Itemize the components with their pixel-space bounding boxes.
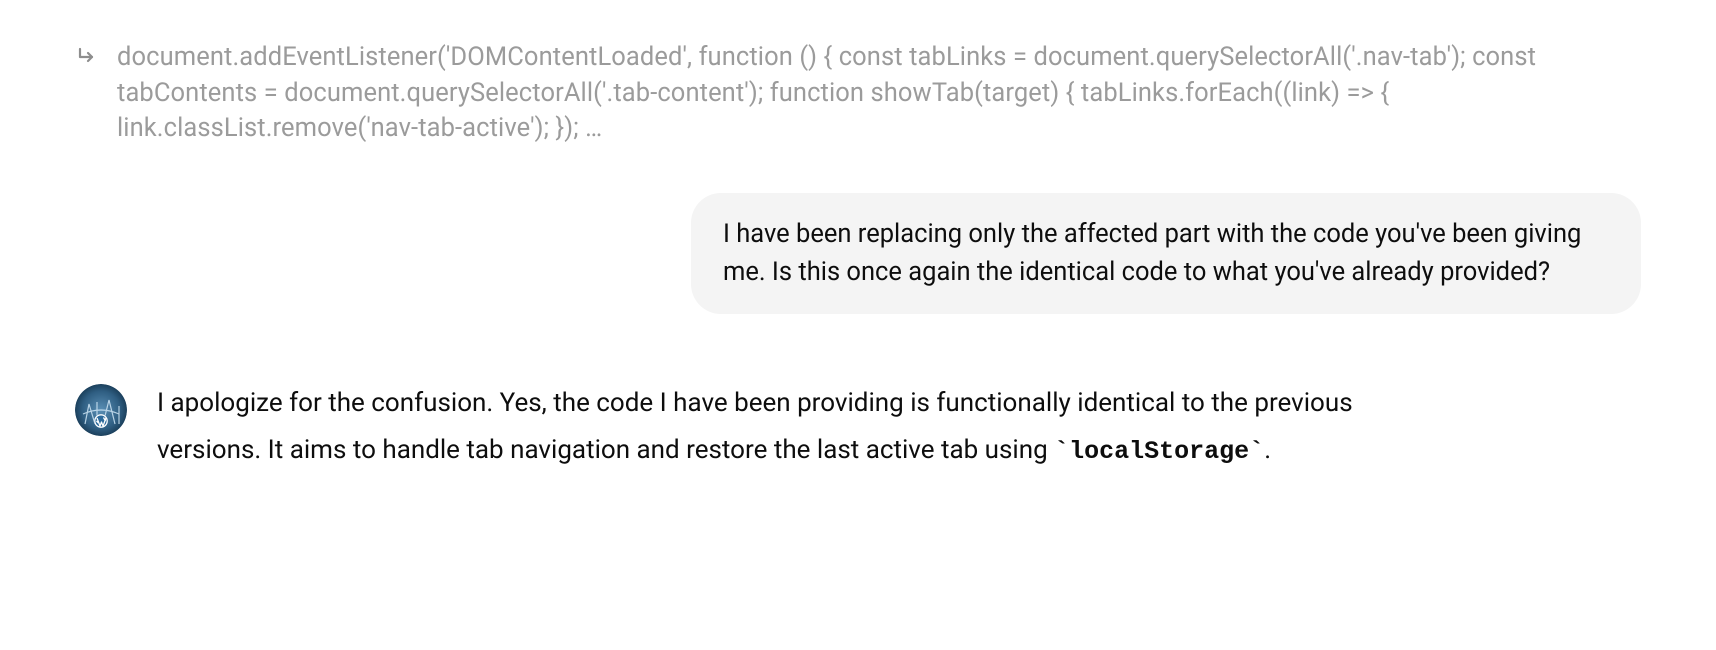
assistant-message-text: I apologize for the confusion. Yes, the … xyxy=(157,380,1457,475)
user-message-bubble[interactable]: I have been replacing only the affected … xyxy=(691,193,1641,314)
assistant-message-row: I apologize for the confusion. Yes, the … xyxy=(75,380,1641,475)
assistant-avatar[interactable] xyxy=(75,384,127,436)
collapsed-code-row: document.addEventListener('DOMContentLoa… xyxy=(75,40,1641,147)
collapsed-code-preview[interactable]: document.addEventListener('DOMContentLoa… xyxy=(117,40,1641,147)
expand-code-icon[interactable] xyxy=(75,42,101,72)
inline-code-localstorage: `localStorage` xyxy=(1054,437,1264,466)
assistant-text-part2: . xyxy=(1264,435,1271,465)
user-message-container: I have been replacing only the affected … xyxy=(75,193,1641,314)
